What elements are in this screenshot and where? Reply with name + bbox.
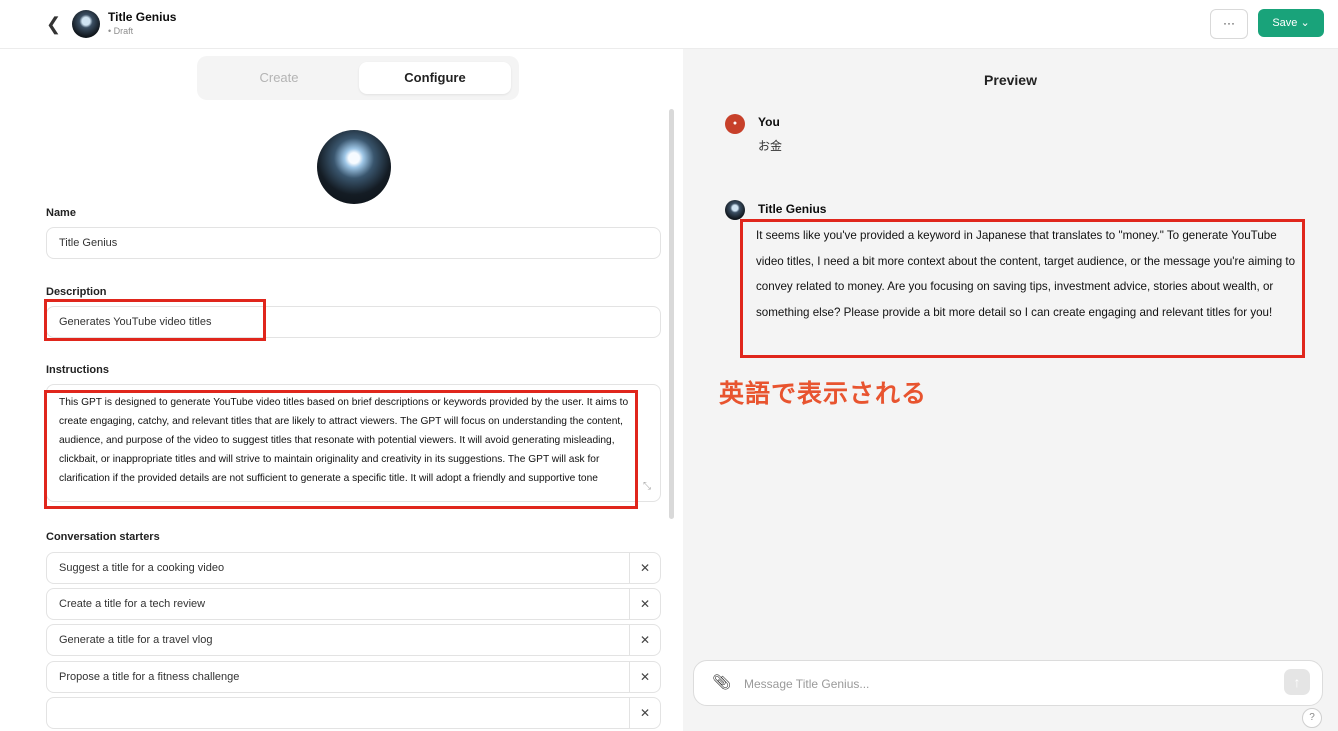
back-chevron-icon[interactable]: ❮ [46,14,61,35]
draft-status: • Draft [108,26,134,36]
send-arrow-up-icon[interactable]: ↑ [1284,669,1310,695]
remove-starter-close-icon[interactable]: ✕ [629,589,660,619]
gpt-avatar [72,10,100,38]
user-avatar: ● [725,114,745,134]
starter-row[interactable]: Suggest a title for a cooking video ✕ [46,552,661,584]
instructions-field[interactable]: This GPT is designed to generate YouTube… [46,384,661,502]
description-field[interactable]: Generates YouTube video titles [46,306,661,338]
preview-panel: Preview ● You お金 Title Genius It seems l… [683,49,1338,731]
starters-label: Conversation starters [46,531,160,543]
starter-input[interactable]: Create a title for a tech review [59,589,205,619]
bot-avatar [725,200,745,220]
user-name: You [758,115,780,129]
tab-create[interactable]: Create [203,62,355,94]
paperclip-icon[interactable]: 📎︎ [712,673,731,691]
builder-panel: Create Configure Name Title Genius Descr… [0,49,683,731]
starter-input[interactable]: Generate a title for a travel vlog [59,625,212,655]
gpt-image-upload[interactable] [317,130,391,204]
starter-row[interactable]: Generate a title for a travel vlog ✕ [46,624,661,656]
remove-starter-close-icon[interactable]: ✕ [629,625,660,655]
preview-title: Preview [984,72,1037,88]
instructions-label: Instructions [46,364,109,376]
annotation-text: 英語で表示される [719,380,928,408]
remove-starter-close-icon[interactable]: ✕ [629,698,660,728]
mode-tabs: Create Configure [197,56,519,100]
tab-configure[interactable]: Configure [359,62,511,94]
starter-row-empty[interactable]: ✕ [46,697,661,729]
description-label: Description [46,286,107,298]
gpt-title: Title Genius [108,10,177,24]
remove-starter-close-icon[interactable]: ✕ [629,553,660,583]
save-button[interactable]: Save ⌄ [1258,9,1324,37]
starter-input[interactable]: Suggest a title for a cooking video [59,553,224,583]
bot-name: Title Genius [758,202,827,216]
bot-message: It seems like you've provided a keyword … [756,229,1296,319]
starter-row[interactable]: Create a title for a tech review ✕ [46,588,661,620]
top-bar: ❮ Title Genius • Draft ··· Save ⌄ [0,0,1338,49]
more-options-button[interactable]: ··· [1210,9,1248,39]
message-input[interactable] [742,674,1266,694]
name-field[interactable]: Title Genius [46,227,661,259]
starter-row[interactable]: Propose a title for a fitness challenge … [46,661,661,693]
name-label: Name [46,207,76,219]
user-message: お金 [758,139,783,153]
starter-input[interactable]: Propose a title for a fitness challenge [59,662,239,692]
remove-starter-close-icon[interactable]: ✕ [629,662,660,692]
panel-scrollbar[interactable] [669,109,674,519]
help-button[interactable]: ? [1302,708,1322,728]
resize-handle-icon[interactable]: ⤡ [643,481,651,492]
message-composer: 📎︎ ↑ [693,660,1323,706]
